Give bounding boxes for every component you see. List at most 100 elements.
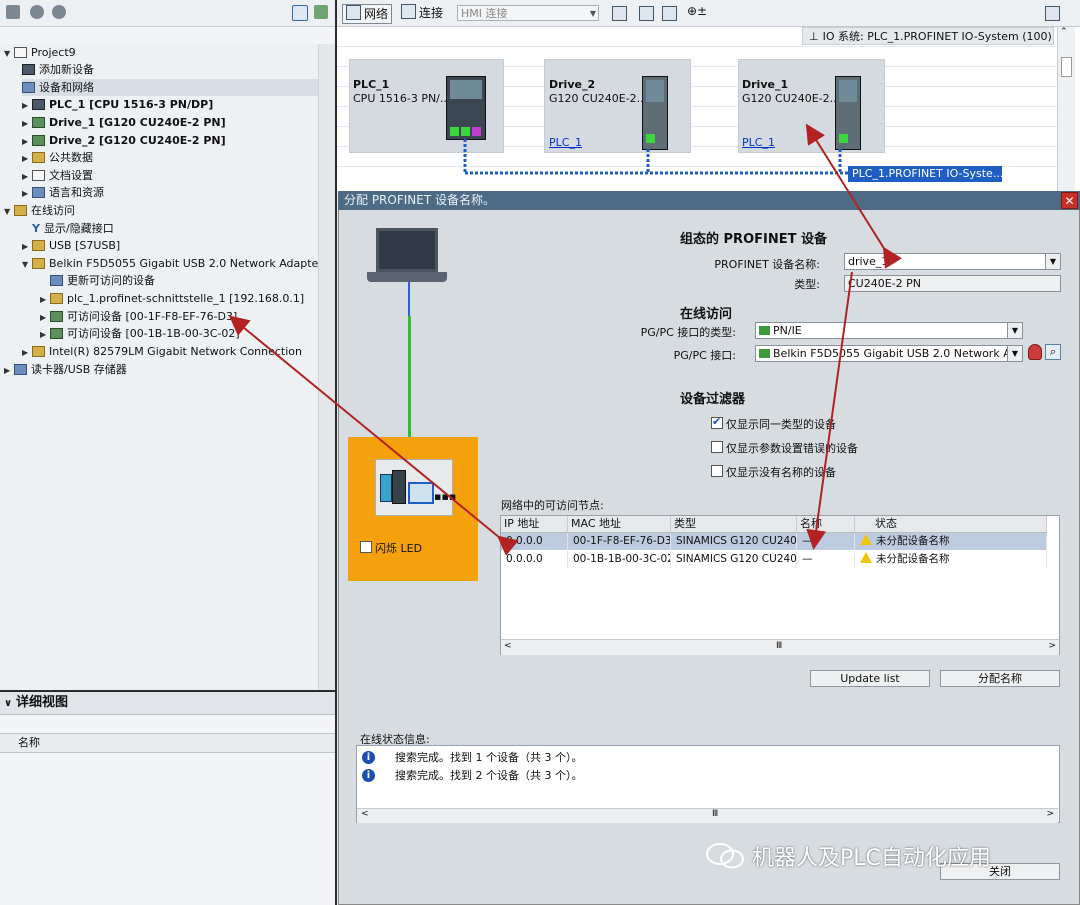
table-hscrollbar[interactable]: < Ⅲ > (501, 639, 1059, 655)
network-button[interactable]: 网络 (342, 4, 393, 24)
column-mac[interactable]: MAC 地址 (568, 516, 671, 532)
project-tree: ▼ Project9 添加新设备 设备和网络 ▶ PLC_1 [CPU 1516-3… (0, 44, 323, 690)
collapse-arrow-icon[interactable]: ▼ (4, 203, 14, 220)
expand-arrow-icon[interactable]: ▶ (4, 362, 14, 379)
new-project-icon[interactable] (6, 5, 20, 19)
dropdown-arrow-icon: ▼ (589, 9, 596, 18)
pg-laptop-icon (376, 228, 438, 272)
scroll-grip-icon[interactable]: Ⅲ (776, 641, 782, 651)
properties-icon[interactable] (1045, 6, 1060, 21)
pgpc-type-select[interactable]: PN/IE ▼ (755, 322, 1023, 339)
detail-view-header[interactable]: ∨ 详细视图 (0, 690, 335, 715)
update-devices-icon (50, 275, 63, 286)
column-status[interactable]: 状态 (855, 516, 1047, 532)
dropdown-arrow-icon[interactable]: ▼ (1007, 346, 1022, 361)
tree-item-update-accessible[interactable]: 更新可访问的设备 (50, 272, 155, 289)
filter-no-name-checkbox[interactable] (711, 465, 723, 477)
back-icon[interactable] (30, 5, 44, 19)
tree-item-doc-settings[interactable]: ▶ 文档设置 (22, 167, 93, 184)
diagnostics-icon[interactable] (1028, 344, 1042, 360)
collapse-arrow-icon[interactable]: ▼ (4, 45, 14, 62)
forward-icon[interactable] (52, 5, 66, 19)
device-name-field[interactable]: drive_1 ▼ (844, 253, 1061, 270)
relations-icon[interactable] (612, 6, 627, 21)
scroll-grip-icon[interactable]: Ⅲ (712, 809, 718, 819)
assign-name-button[interactable]: 分配名称 (940, 670, 1060, 687)
network-view-icon[interactable] (314, 5, 328, 19)
pgpc-interface-select[interactable]: Belkin F5D5055 Gigabit USB 2.0 Network A… (755, 345, 1023, 362)
search-icon[interactable]: ⌕ (1045, 344, 1061, 360)
column-type[interactable]: 类型 (671, 516, 797, 532)
expand-arrow-icon[interactable]: ▶ (22, 168, 32, 185)
tree-item-online-access[interactable]: ▼ 在线访问 (4, 202, 75, 219)
zoom-icon[interactable]: ⊕± (687, 4, 707, 18)
column-name[interactable]: 名称 (797, 516, 855, 532)
status-hscrollbar[interactable]: < Ⅲ > (357, 808, 1058, 823)
collapse-arrow-icon[interactable]: ▼ (22, 256, 32, 273)
filter-param-error-label: 仅显示参数设置错误的设备 (726, 442, 858, 455)
table-row[interactable]: 0.0.0.0 00-1F-F8-EF-76-D3 SINAMICS G120 … (501, 533, 1047, 550)
dropdown-arrow-icon[interactable]: ▼ (1045, 254, 1060, 269)
connections-button[interactable]: 连接 (401, 4, 443, 22)
tree-item-show-hide-interfaces[interactable]: Y 显示/隐藏接口 (32, 220, 114, 237)
chevron-down-icon[interactable]: ∨ (0, 693, 16, 715)
scroll-right-icon[interactable]: > (1046, 809, 1054, 819)
tree-item-languages[interactable]: ▶ 语言和资源 (22, 184, 104, 201)
filter-same-type-checkbox[interactable] (711, 415, 723, 429)
dropdown-arrow-icon[interactable]: ▼ (1007, 323, 1022, 338)
device-type: CPU 1516-3 PN/... (353, 92, 451, 105)
expand-arrow-icon[interactable]: ▶ (22, 238, 32, 255)
scroll-up-icon[interactable]: ⌃ (1060, 27, 1068, 37)
tree-item-drive1[interactable]: ▶ Drive_1 [G120 CU240E-2 PN] (22, 114, 226, 131)
tree-item-intel-adapter[interactable]: ▶ Intel(R) 82579LM Gigabit Network Connec… (22, 343, 302, 360)
pgpc-interface-label: PG/PC 接口: (673, 349, 736, 362)
tree-item-drive2[interactable]: ▶ Drive_2 [G120 CU240E-2 PN] (22, 132, 226, 149)
tree-item-add-device[interactable]: 添加新设备 (22, 61, 94, 78)
ethernet-icon (759, 326, 770, 335)
tree-item-devices-networks[interactable]: 设备和网络 (22, 79, 318, 96)
column-ip[interactable]: IP 地址 (501, 516, 568, 532)
tree-item-accessible-device-2[interactable]: ▶ 可访问设备 [00-1B-1B-00-3C-02] (40, 325, 240, 342)
table-icon[interactable] (639, 6, 654, 21)
laptop-base (367, 272, 447, 282)
scroll-left-icon[interactable]: < (504, 641, 512, 651)
status-row: i 搜索完成。找到 1 个设备（共 3 个）。 (357, 749, 1058, 766)
column-name[interactable]: 名称 (18, 736, 40, 749)
flash-led-checkbox[interactable] (360, 541, 372, 553)
scroll-right-icon[interactable]: > (1048, 641, 1056, 651)
close-icon[interactable]: ✕ (1061, 192, 1078, 209)
tree-item-card-reader[interactable]: ▶ 读卡器/USB 存储器 (4, 361, 127, 378)
update-list-button[interactable]: Update list (810, 670, 930, 687)
expand-arrow-icon[interactable]: ▶ (40, 291, 50, 308)
scroll-thumb[interactable] (1061, 57, 1072, 77)
tree-item-project[interactable]: ▼ Project9 (4, 44, 76, 61)
project-tree-scrollbar[interactable] (318, 44, 335, 690)
tree-item-usb[interactable]: ▶ USB [S7USB] (22, 237, 120, 254)
expand-arrow-icon[interactable]: ▶ (22, 185, 32, 202)
folder-icon (32, 346, 45, 357)
device-type: G120 CU240E-2... (549, 92, 648, 105)
watermark-text: 机器人及PLC自动化应用 (752, 846, 991, 871)
tree-item-plc1-interface[interactable]: ▶ plc_1.profinet-schnittstelle_1 [192.168… (40, 290, 304, 307)
hmi-connection-select[interactable]: HMI 连接 ▼ (457, 5, 599, 21)
expand-arrow-icon[interactable]: ▶ (22, 133, 32, 150)
warning-icon (860, 534, 872, 545)
tree-item-belkin-adapter[interactable]: ▼ Belkin F5D5055 Gigabit USB 2.0 Network … (22, 255, 323, 272)
expand-arrow-icon[interactable]: ▶ (22, 115, 32, 132)
scroll-left-icon[interactable]: < (361, 809, 369, 819)
tree-item-accessible-device-1[interactable]: ▶ 可访问设备 [00-1F-F8-EF-76-D3] (40, 308, 237, 325)
list-view-icon[interactable] (292, 5, 308, 21)
profinet-system-label[interactable]: PLC_1.PROFINET IO-Syste... (848, 166, 1002, 182)
filter-param-error-checkbox[interactable] (711, 441, 723, 453)
grid-icon[interactable] (662, 6, 677, 21)
tree-item-common-data[interactable]: ▶ 公共数据 (22, 149, 93, 166)
expand-arrow-icon[interactable]: ▶ (40, 326, 50, 343)
expand-arrow-icon[interactable]: ▶ (40, 309, 50, 326)
tree-item-plc1[interactable]: ▶ PLC_1 [CPU 1516-3 PN/DP] (22, 96, 213, 113)
network-view-scrollbar[interactable]: ⌃ (1057, 27, 1075, 192)
table-row[interactable]: 0.0.0.0 00-1B-1B-00-3C-02 SINAMICS G120 … (501, 551, 1047, 568)
expand-arrow-icon[interactable]: ▶ (22, 344, 32, 361)
expand-arrow-icon[interactable]: ▶ (22, 97, 32, 114)
expand-arrow-icon[interactable]: ▶ (22, 150, 32, 167)
info-icon: i (362, 769, 375, 782)
